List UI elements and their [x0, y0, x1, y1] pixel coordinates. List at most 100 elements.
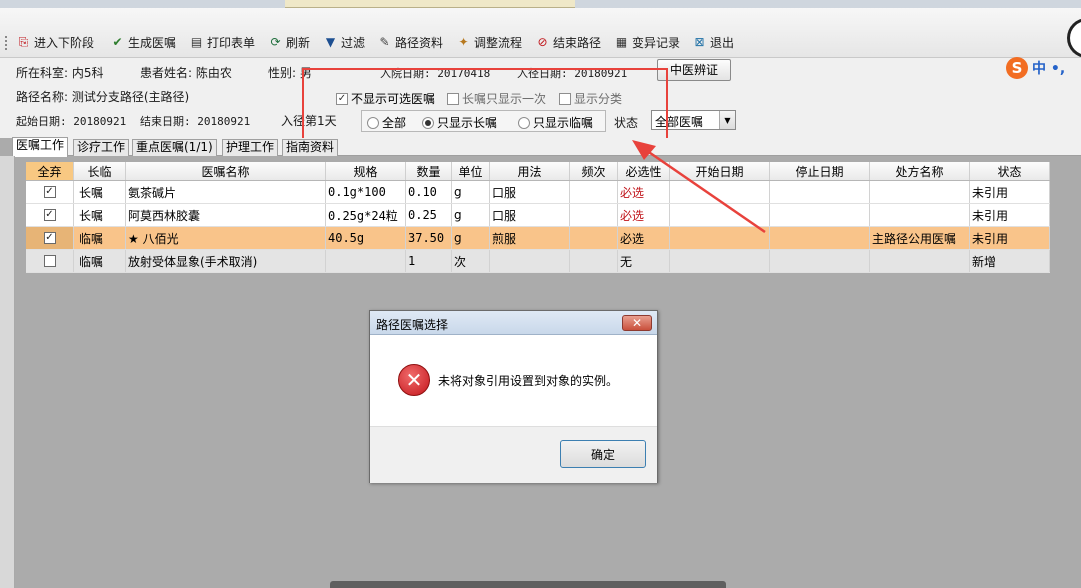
- cell-type: 临嘱: [74, 250, 126, 272]
- print-form-button[interactable]: ▤ 打印表单: [189, 32, 255, 52]
- cell-stop-date: [770, 227, 870, 249]
- cell-unit: 次: [452, 250, 490, 272]
- long-once-checkbox[interactable]: 长嘱只显示一次: [447, 90, 546, 107]
- cell-status: 未引用: [970, 181, 1050, 203]
- cell-qty: 37.50: [406, 227, 452, 249]
- cell-rx-name: [870, 181, 970, 203]
- cell-freq: [570, 204, 618, 226]
- cell-stop-date: [770, 181, 870, 203]
- tab-nursing[interactable]: 护理工作: [222, 139, 279, 156]
- dialog-footer: 确定: [370, 426, 657, 483]
- toolbar-grip[interactable]: [5, 36, 8, 50]
- ime-text: 中 •,: [1032, 61, 1066, 77]
- cell-unit: g: [452, 181, 490, 203]
- exit-button[interactable]: ⊠ 退出: [692, 32, 734, 52]
- cell-order-name: ★ 八佰光: [126, 227, 326, 249]
- col-spec[interactable]: 规格: [326, 162, 406, 180]
- variance-record-icon: ▦: [615, 35, 628, 49]
- col-order-name[interactable]: 医嘱名称: [126, 162, 326, 180]
- cell-usage: 口服: [490, 181, 570, 203]
- radio-long-only[interactable]: 只显示长嘱: [422, 114, 497, 131]
- cell-usage: 煎服: [490, 227, 570, 249]
- admit-date-label: 入院日期: 20170418: [380, 67, 491, 80]
- row-checkbox-cell[interactable]: ✓: [26, 204, 74, 226]
- ime-indicator[interactable]: S 中 •,: [1006, 57, 1081, 79]
- row-checkbox-cell[interactable]: [26, 250, 74, 272]
- hide-optional-checkbox[interactable]: ✓ 不显示可选医嘱: [336, 90, 435, 107]
- next-stage-button[interactable]: ⎘ 进入下阶段: [16, 32, 94, 52]
- table-row-selected[interactable]: ✓ 临嘱 ★ 八佰光 40.5g 37.50 g 煎服 必选 主路径公用医嘱 未…: [26, 227, 1050, 250]
- col-rx-name[interactable]: 处方名称: [870, 162, 970, 180]
- cell-rx-name: [870, 250, 970, 272]
- table-row[interactable]: ✓ 长嘱 阿莫西林胶囊 0.25g*24粒 0.25 g 口服 必选 未引用: [26, 204, 1050, 227]
- cell-required: 无: [618, 250, 670, 272]
- cell-order-name: 放射受体显象(手术取消): [126, 250, 326, 272]
- cell-spec: 40.5g: [326, 227, 406, 249]
- show-category-checkbox[interactable]: 显示分类: [559, 90, 622, 107]
- cell-spec: 0.25g*24粒: [326, 204, 406, 226]
- cell-status: 未引用: [970, 227, 1050, 249]
- filter-button[interactable]: ▼ 过滤: [323, 32, 365, 52]
- row-checkbox-cell[interactable]: ✓: [26, 227, 74, 249]
- row-checkbox-cell[interactable]: ✓: [26, 181, 74, 203]
- show-category-label: 显示分类: [574, 92, 623, 106]
- col-qty[interactable]: 数量: [406, 162, 452, 180]
- col-freq[interactable]: 频次: [570, 162, 618, 180]
- cell-qty: 1: [406, 250, 452, 272]
- col-unit[interactable]: 单位: [452, 162, 490, 180]
- dialog-message: 未将对象引用设置到对象的实例。: [438, 374, 619, 388]
- cell-status: 未引用: [970, 204, 1050, 226]
- cell-required: 必选: [618, 227, 670, 249]
- path-name-label: 路径名称: 测试分支路径(主路径): [16, 90, 190, 104]
- status-select-value: 全部医嘱: [655, 115, 704, 129]
- cell-spec: 0.1g*100: [326, 181, 406, 203]
- col-usage[interactable]: 用法: [490, 162, 570, 180]
- error-icon: ✕: [398, 364, 430, 396]
- patient-name-label: 患者姓名: 陈由农: [140, 66, 232, 80]
- order-type-radio-group: 全部 只显示长嘱 只显示临嘱: [361, 110, 606, 132]
- cell-usage: 口服: [490, 204, 570, 226]
- variance-record-button[interactable]: ▦ 变异记录: [614, 32, 680, 52]
- close-icon[interactable]: ✕: [622, 315, 652, 331]
- patient-info-panel: 所在科室: 内5科 患者姓名: 陈由农 性别: 男 入院日期: 20170418…: [0, 58, 1081, 138]
- cell-rx-name: [870, 204, 970, 226]
- end-path-button[interactable]: ⊘ 结束路径: [535, 32, 601, 52]
- adjust-flow-button[interactable]: ✦ 调整流程: [456, 32, 522, 52]
- col-stop-date[interactable]: 停止日期: [770, 162, 870, 180]
- ok-button[interactable]: 确定: [560, 440, 646, 468]
- table-row[interactable]: ✓ 长嘱 氨茶碱片 0.1g*100 0.10 g 口服 必选 未引用: [26, 181, 1050, 204]
- radio-all[interactable]: 全部: [367, 114, 406, 131]
- tab-diagnosis[interactable]: 诊疗工作: [73, 139, 130, 156]
- tab-guide[interactable]: 指南资料: [282, 139, 339, 156]
- cell-start-date: [670, 204, 770, 226]
- check-icon: ✓: [43, 209, 56, 221]
- generate-order-button[interactable]: ✔ 生成医嘱: [110, 32, 176, 52]
- radio-temp-only[interactable]: 只显示临嘱: [518, 114, 593, 131]
- path-doc-icon: ✎: [379, 35, 390, 49]
- cell-stop-date: [770, 204, 870, 226]
- dialog-titlebar[interactable]: 路径医嘱选择 ✕: [370, 311, 657, 335]
- tab-orders[interactable]: 医嘱工作: [12, 137, 69, 157]
- col-type[interactable]: 长临: [74, 162, 126, 180]
- cell-start-date: [670, 250, 770, 272]
- path-in-date-label: 入径日期: 20180921: [517, 67, 628, 80]
- col-required[interactable]: 必选性: [618, 162, 670, 180]
- filter-icon: ▼: [325, 35, 336, 49]
- horizontal-scrollbar[interactable]: [330, 581, 726, 588]
- refresh-button[interactable]: ⟳ 刷新: [268, 32, 310, 52]
- radio-temp-label: 只显示临嘱: [533, 116, 594, 130]
- cell-rx-name: 主路径公用医嘱: [870, 227, 970, 249]
- path-doc-button[interactable]: ✎ 路径资料: [377, 32, 443, 52]
- col-start-date[interactable]: 开始日期: [670, 162, 770, 180]
- refresh-label: 刷新: [286, 35, 311, 50]
- tab-strip: 医嘱工作 诊疗工作 重点医嘱(1/1) 护理工作 指南资料: [12, 137, 1081, 157]
- top-strip: [0, 0, 1081, 8]
- col-discard-all[interactable]: 全弃: [26, 162, 74, 180]
- status-select[interactable]: 全部医嘱 ▼: [651, 110, 736, 130]
- tab-key-orders[interactable]: 重点医嘱(1/1): [132, 139, 217, 156]
- cell-freq: [570, 250, 618, 272]
- check-icon: ✓: [43, 232, 56, 244]
- table-row[interactable]: 临嘱 放射受体显象(手术取消) 1 次 无 新增: [26, 250, 1050, 273]
- col-status[interactable]: 状态: [970, 162, 1050, 180]
- tcm-syndrome-button[interactable]: 中医辨证: [657, 59, 731, 81]
